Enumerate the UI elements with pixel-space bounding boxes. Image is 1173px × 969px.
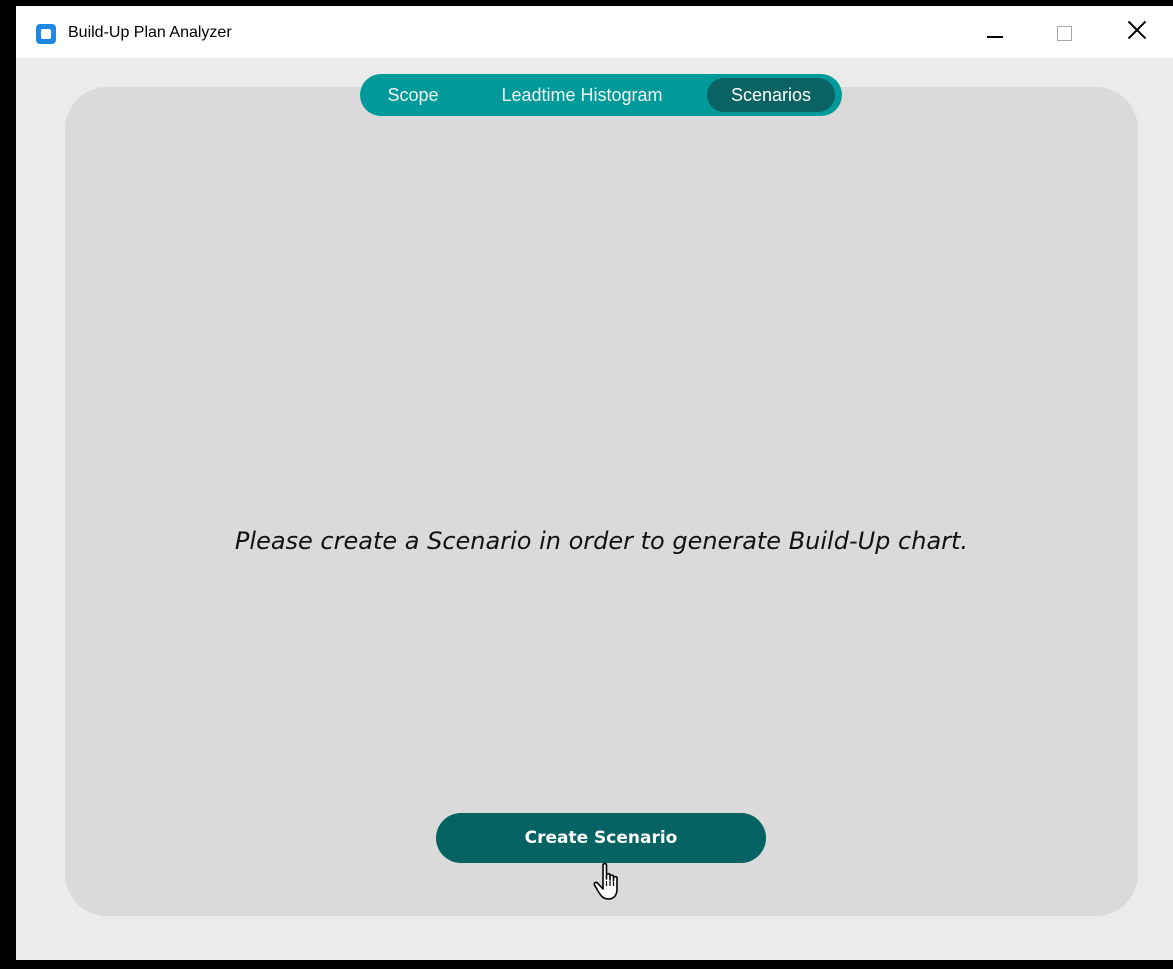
tab-leadtime-histogram[interactable]: Leadtime Histogram (472, 78, 692, 112)
close-icon (1127, 20, 1147, 40)
app-icon (36, 24, 56, 44)
maximize-icon (1057, 26, 1072, 41)
title-bar[interactable]: Build-Up Plan Analyzer (16, 6, 1173, 58)
minimize-button[interactable] (968, 6, 1022, 58)
maximize-button[interactable] (1038, 6, 1092, 58)
tab-scenarios[interactable]: Scenarios (707, 78, 835, 112)
scenarios-panel (65, 87, 1138, 916)
tab-scope[interactable]: Scope (372, 78, 454, 112)
hand-pointer-icon (593, 862, 618, 900)
create-scenario-button[interactable]: Create Scenario (436, 813, 766, 863)
empty-state-message: Please create a Scenario in order to gen… (234, 527, 969, 555)
minimize-icon (987, 36, 1003, 38)
window-title: Build-Up Plan Analyzer (68, 24, 232, 41)
tab-bar: Scope Leadtime Histogram Scenarios (360, 74, 842, 116)
app-window: Build-Up Plan Analyzer Scope Leadtime Hi… (16, 6, 1173, 960)
close-button[interactable] (1109, 6, 1163, 58)
